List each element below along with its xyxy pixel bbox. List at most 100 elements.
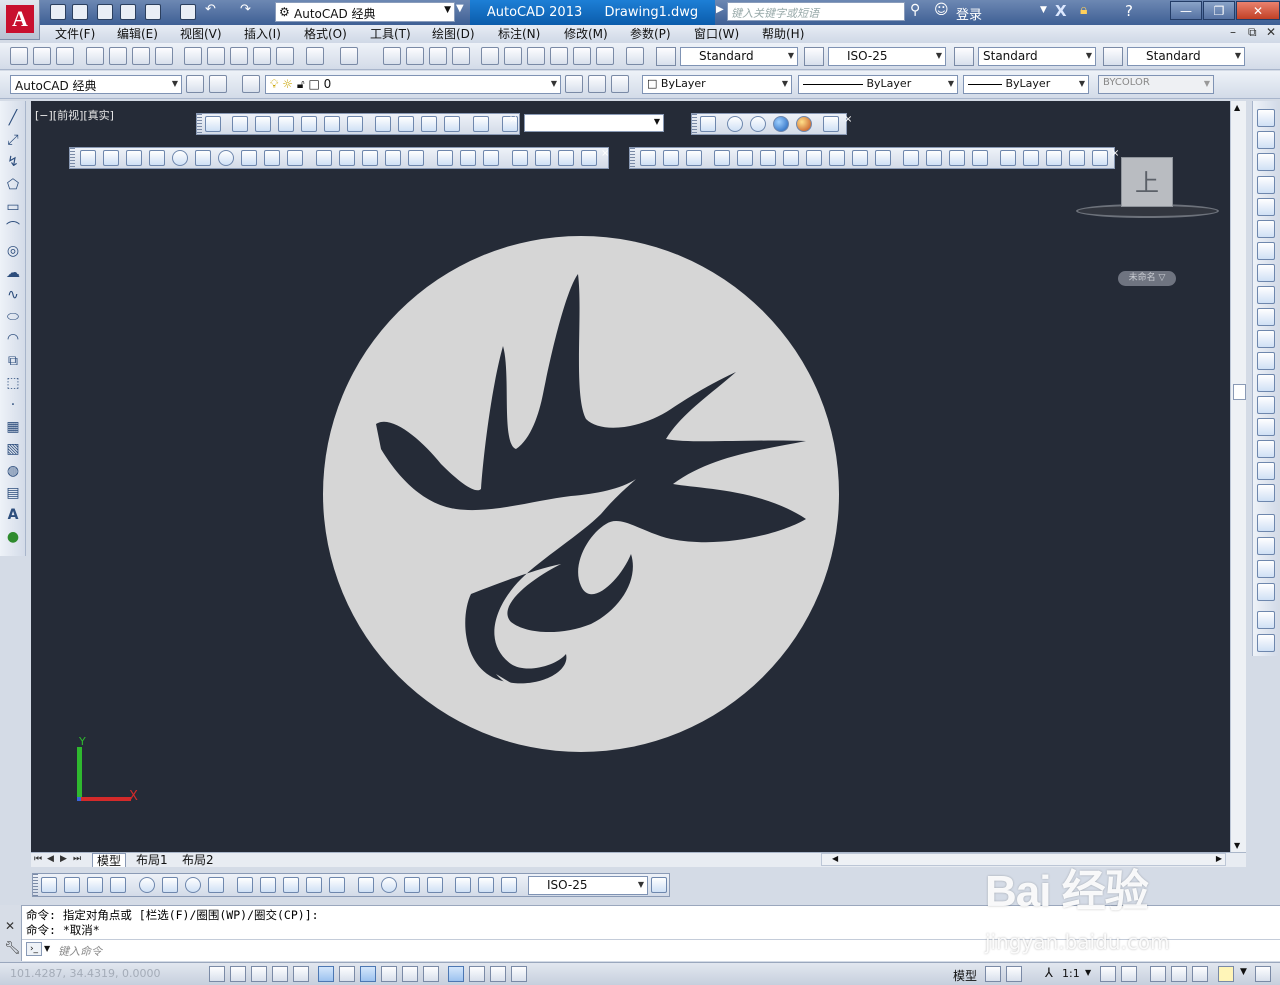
imprint-icon[interactable] — [949, 150, 965, 166]
tab-layout2[interactable]: 布局2 — [178, 853, 218, 867]
viewcube[interactable]: 上 — [1121, 157, 1173, 207]
dim-break-icon[interactable] — [329, 877, 345, 893]
plotstyle-select[interactable]: BYCOLOR ▼ — [1098, 75, 1214, 94]
search-expand-icon[interactable]: ▶ — [716, 4, 724, 15]
left-view-icon[interactable] — [278, 116, 294, 132]
3d-move-icon[interactable] — [512, 150, 528, 166]
blend-curves-icon[interactable] — [1257, 462, 1275, 480]
mleader-style-select[interactable]: Standard ▼ — [1127, 47, 1245, 66]
front-view-icon[interactable] — [324, 116, 340, 132]
trim-icon[interactable] — [1257, 308, 1275, 326]
doc-close-button[interactable]: ✕ — [1266, 25, 1276, 39]
right-view-icon[interactable] — [301, 116, 317, 132]
zoom-realtime-icon[interactable] — [406, 47, 424, 65]
quick-dim-icon[interactable] — [237, 877, 253, 893]
inspect-icon[interactable] — [404, 877, 420, 893]
new-icon[interactable] — [50, 4, 66, 20]
layer-select[interactable]: 💡︎ ☼ 🔓︎ □ 0 ▼ — [265, 75, 561, 94]
tab-layout1[interactable]: 布局1 — [132, 853, 172, 867]
wireframe-3d-icon[interactable] — [750, 116, 766, 132]
mirror-icon[interactable] — [1257, 153, 1275, 171]
polyline-icon[interactable]: ↯ — [4, 153, 22, 171]
point-icon[interactable]: · — [4, 396, 22, 414]
draw-order-front-icon[interactable] — [1257, 514, 1275, 532]
mleader-style-icon[interactable] — [1103, 47, 1123, 66]
hardware-acceleration-icon[interactable] — [1192, 966, 1208, 982]
save-file-icon[interactable] — [56, 47, 74, 65]
shell-icon[interactable] — [1023, 150, 1039, 166]
model-space-toggle[interactable]: 模型 — [953, 967, 977, 984]
jogged-linear-icon[interactable] — [427, 877, 443, 893]
quick-properties-icon[interactable] — [469, 966, 485, 982]
solid-subtract-icon[interactable] — [663, 150, 679, 166]
move-icon[interactable] — [1257, 220, 1275, 238]
make-current-layer-icon[interactable] — [565, 75, 583, 93]
ne-iso-icon[interactable] — [421, 116, 437, 132]
grid-display-icon[interactable] — [251, 966, 267, 982]
object-snap-tracking-icon[interactable] — [360, 966, 376, 982]
named-views-icon[interactable] — [205, 116, 221, 132]
toolbar-grip[interactable] — [630, 148, 635, 168]
text-front-icon[interactable] — [1257, 611, 1275, 629]
table-style-icon[interactable] — [954, 47, 974, 66]
layer-states-icon[interactable] — [611, 75, 629, 93]
dim-style-combo[interactable]: ISO-25 ▼ — [528, 876, 648, 895]
chamfer-icon[interactable] — [1257, 418, 1275, 436]
top-view-icon[interactable] — [232, 116, 248, 132]
wcs-menu[interactable]: 未命名 ▽ — [1118, 271, 1176, 286]
last-tab-icon[interactable]: ⏭ — [73, 854, 81, 864]
back-view-icon[interactable] — [347, 116, 363, 132]
command-input[interactable]: 键入命令 — [58, 943, 102, 959]
pyramid-icon[interactable] — [241, 150, 257, 166]
plot-preview-icon[interactable] — [145, 4, 161, 20]
dim-update-icon[interactable] — [501, 877, 517, 893]
make-block-icon[interactable]: ⬚ — [4, 374, 22, 392]
union-icon[interactable] — [437, 150, 453, 166]
preview-icon[interactable] — [109, 47, 127, 65]
coordinates-readout[interactable]: 101.4287, 34.4319, 0.0000 — [10, 967, 160, 980]
break-at-point-icon[interactable] — [1257, 352, 1275, 370]
zoom-window-icon[interactable] — [429, 47, 447, 65]
linear-dim-icon[interactable] — [41, 877, 57, 893]
camera-icon[interactable] — [473, 116, 489, 132]
sheet-set-icon[interactable] — [550, 47, 568, 65]
scroll-left-icon[interactable]: ◀ — [832, 854, 838, 863]
snap-mode-icon[interactable] — [230, 966, 246, 982]
ellipse-icon[interactable]: ⬭ — [4, 308, 22, 326]
extrude-icon[interactable] — [316, 150, 332, 166]
lineweight-toggle-icon[interactable] — [423, 966, 439, 982]
undo-icon[interactable]: ↶ — [205, 2, 216, 17]
arc-icon[interactable]: ⌒ — [4, 220, 22, 238]
extrude-faces-icon[interactable] — [714, 150, 730, 166]
ellipse-arc-icon[interactable]: ◠ — [4, 330, 22, 348]
check-icon[interactable] — [1046, 150, 1062, 166]
array-icon[interactable] — [1257, 198, 1275, 216]
dynamic-ucs-icon[interactable] — [381, 966, 397, 982]
workspace-settings-icon[interactable] — [186, 75, 204, 93]
chevron-down-icon[interactable]: ▼ — [1085, 968, 1091, 977]
text-style-select[interactable]: Standard ▼ — [680, 47, 798, 66]
wedge-icon[interactable] — [126, 150, 142, 166]
next-tab-icon[interactable]: ▶ — [60, 854, 67, 864]
rotate-faces-icon[interactable] — [806, 150, 822, 166]
command-prompt-icon[interactable]: ›_ — [26, 942, 42, 956]
qnew-icon[interactable] — [10, 47, 28, 65]
sweep-icon[interactable] — [362, 150, 378, 166]
lineweight-select[interactable]: ByLayer ▼ — [963, 75, 1089, 94]
workspace-switching-icon[interactable] — [1150, 966, 1166, 982]
ordinate-dim-icon[interactable] — [110, 877, 126, 893]
workspace-dropdown-arrow[interactable]: ▼ — [456, 3, 464, 14]
offset-faces-icon[interactable] — [760, 150, 776, 166]
radius-dim-icon[interactable] — [139, 877, 155, 893]
menu-view[interactable]: 视图(V) — [180, 26, 222, 42]
first-tab-icon[interactable]: ⏮ — [34, 854, 42, 864]
arc-length-icon[interactable] — [87, 877, 103, 893]
paste-icon[interactable] — [230, 47, 248, 65]
menu-draw[interactable]: 绘图(D) — [432, 26, 475, 42]
table-icon[interactable]: ▤ — [4, 484, 22, 502]
close-icon[interactable]: ✕ — [5, 919, 15, 933]
join-icon[interactable] — [1257, 396, 1275, 414]
doc-restore-button[interactable]: ⧉ — [1248, 25, 1257, 40]
ortho-mode-icon[interactable] — [272, 966, 288, 982]
break-icon[interactable] — [1257, 374, 1275, 392]
